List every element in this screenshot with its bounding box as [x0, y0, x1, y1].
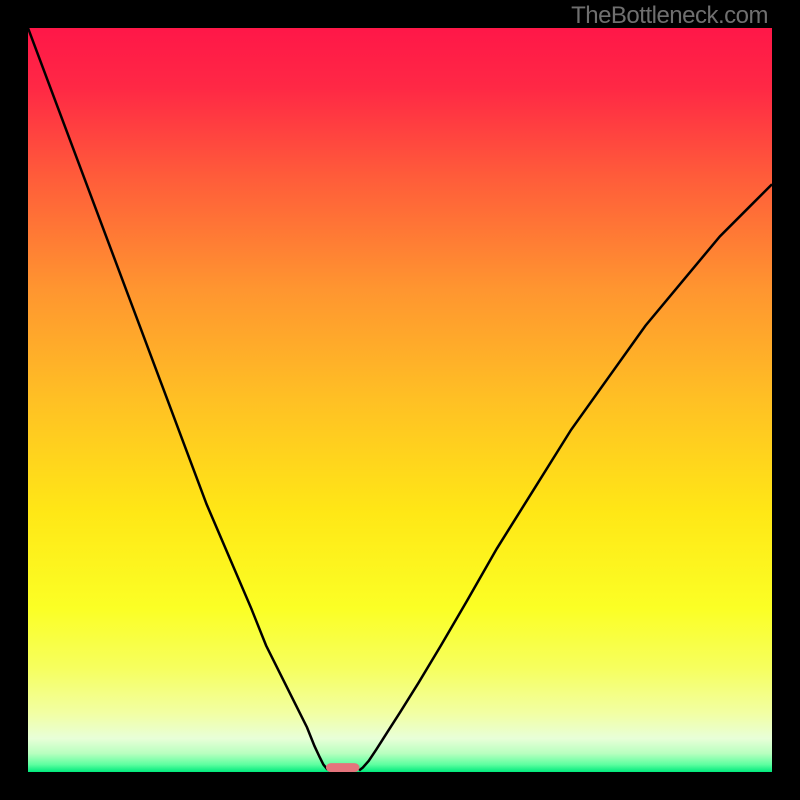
- chart-svg: [28, 28, 772, 772]
- gradient-background: [28, 28, 772, 772]
- watermark-text: TheBottleneck.com: [571, 2, 768, 30]
- chart-frame: [0, 0, 800, 800]
- bottleneck-marker: [326, 763, 359, 772]
